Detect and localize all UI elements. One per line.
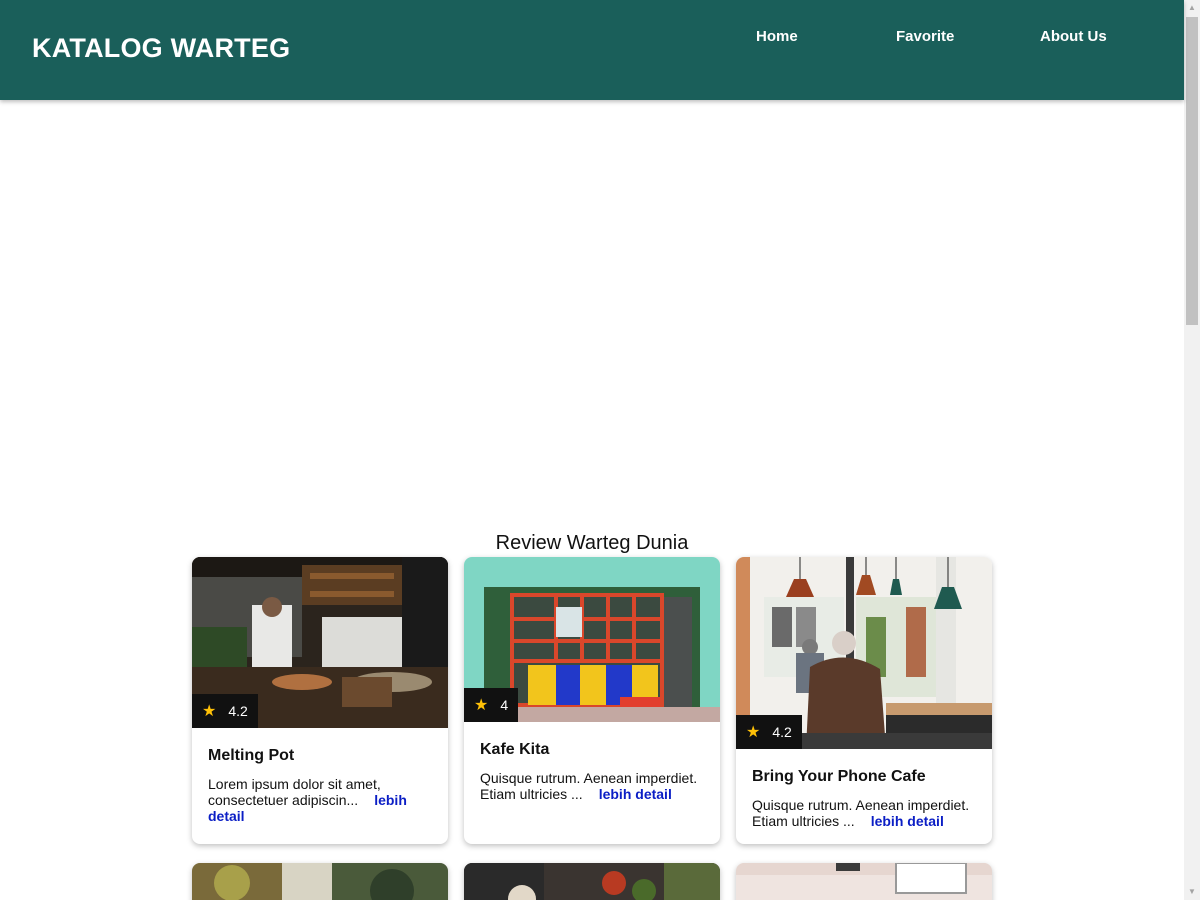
- star-icon: ★: [746, 724, 761, 741]
- restaurant-image: ★ 4.2: [736, 557, 992, 749]
- rating-badge: ★ 4.2: [736, 715, 802, 749]
- restaurant-card: [464, 863, 720, 900]
- restaurant-name: Melting Pot: [208, 747, 295, 764]
- section-title: Review Warteg Dunia: [495, 532, 689, 554]
- star-icon: ★: [474, 697, 489, 714]
- nav-favorite-link[interactable]: Favorite: [896, 28, 954, 45]
- nav-home-link[interactable]: Home: [756, 28, 798, 45]
- scroll-up-arrow-icon[interactable]: ▲: [1184, 0, 1200, 16]
- description-text: Lorem ipsum dolor sit amet, consectetuer…: [208, 776, 381, 808]
- restaurant-image: [192, 863, 448, 900]
- brand-title: KATALOG WARTEG: [32, 33, 291, 63]
- rating-value: 4.2: [228, 703, 248, 719]
- restaurant-description: Quisque rutrum. Aenean imperdiet. Etiam …: [752, 797, 978, 829]
- rating-value: 4: [500, 697, 509, 713]
- restaurant-description: Quisque rutrum. Aenean imperdiet. Etiam …: [480, 770, 706, 802]
- detail-link[interactable]: lebih detail: [599, 786, 672, 802]
- restaurant-image: [736, 863, 992, 900]
- restaurant-name: Bring Your Phone Cafe: [752, 768, 926, 785]
- detail-link[interactable]: lebih detail: [871, 813, 944, 829]
- restaurant-description: Lorem ipsum dolor sit amet, consectetuer…: [208, 776, 434, 824]
- restaurant-image: ★ 4.2: [192, 557, 448, 728]
- star-icon: ★: [202, 703, 217, 720]
- restaurant-card: ★ 4.2 Melting Pot Lorem ipsum dolor sit …: [192, 557, 448, 844]
- rating-badge: ★ 4: [464, 688, 519, 722]
- restaurant-photo: [192, 863, 448, 900]
- app-header: KATALOG WARTEG Home Favorite About Us: [0, 0, 1184, 100]
- restaurant-card: ★ 4 Kafe Kita Quisque rutrum. Aenean imp…: [464, 557, 720, 844]
- rating-value: 4.2: [772, 724, 792, 740]
- restaurant-photo: [736, 863, 992, 900]
- restaurant-card: [736, 863, 992, 900]
- page: KATALOG WARTEG Home Favorite About Us Re…: [0, 0, 1200, 900]
- restaurant-card: ★ 4.2 Bring Your Phone Cafe Quisque rutr…: [736, 557, 992, 844]
- vertical-scrollbar[interactable]: ▲ ▼: [1184, 0, 1200, 900]
- scroll-down-arrow-icon[interactable]: ▼: [1184, 884, 1200, 900]
- restaurant-name: Kafe Kita: [480, 741, 550, 758]
- nav-about-link[interactable]: About Us: [1040, 28, 1107, 45]
- restaurant-photo: [464, 863, 720, 900]
- restaurant-image: [464, 863, 720, 900]
- rating-badge: ★ 4.2: [192, 694, 258, 728]
- scrollbar-thumb[interactable]: [1186, 17, 1198, 325]
- restaurant-card: [192, 863, 448, 900]
- restaurant-image: ★ 4: [464, 557, 720, 722]
